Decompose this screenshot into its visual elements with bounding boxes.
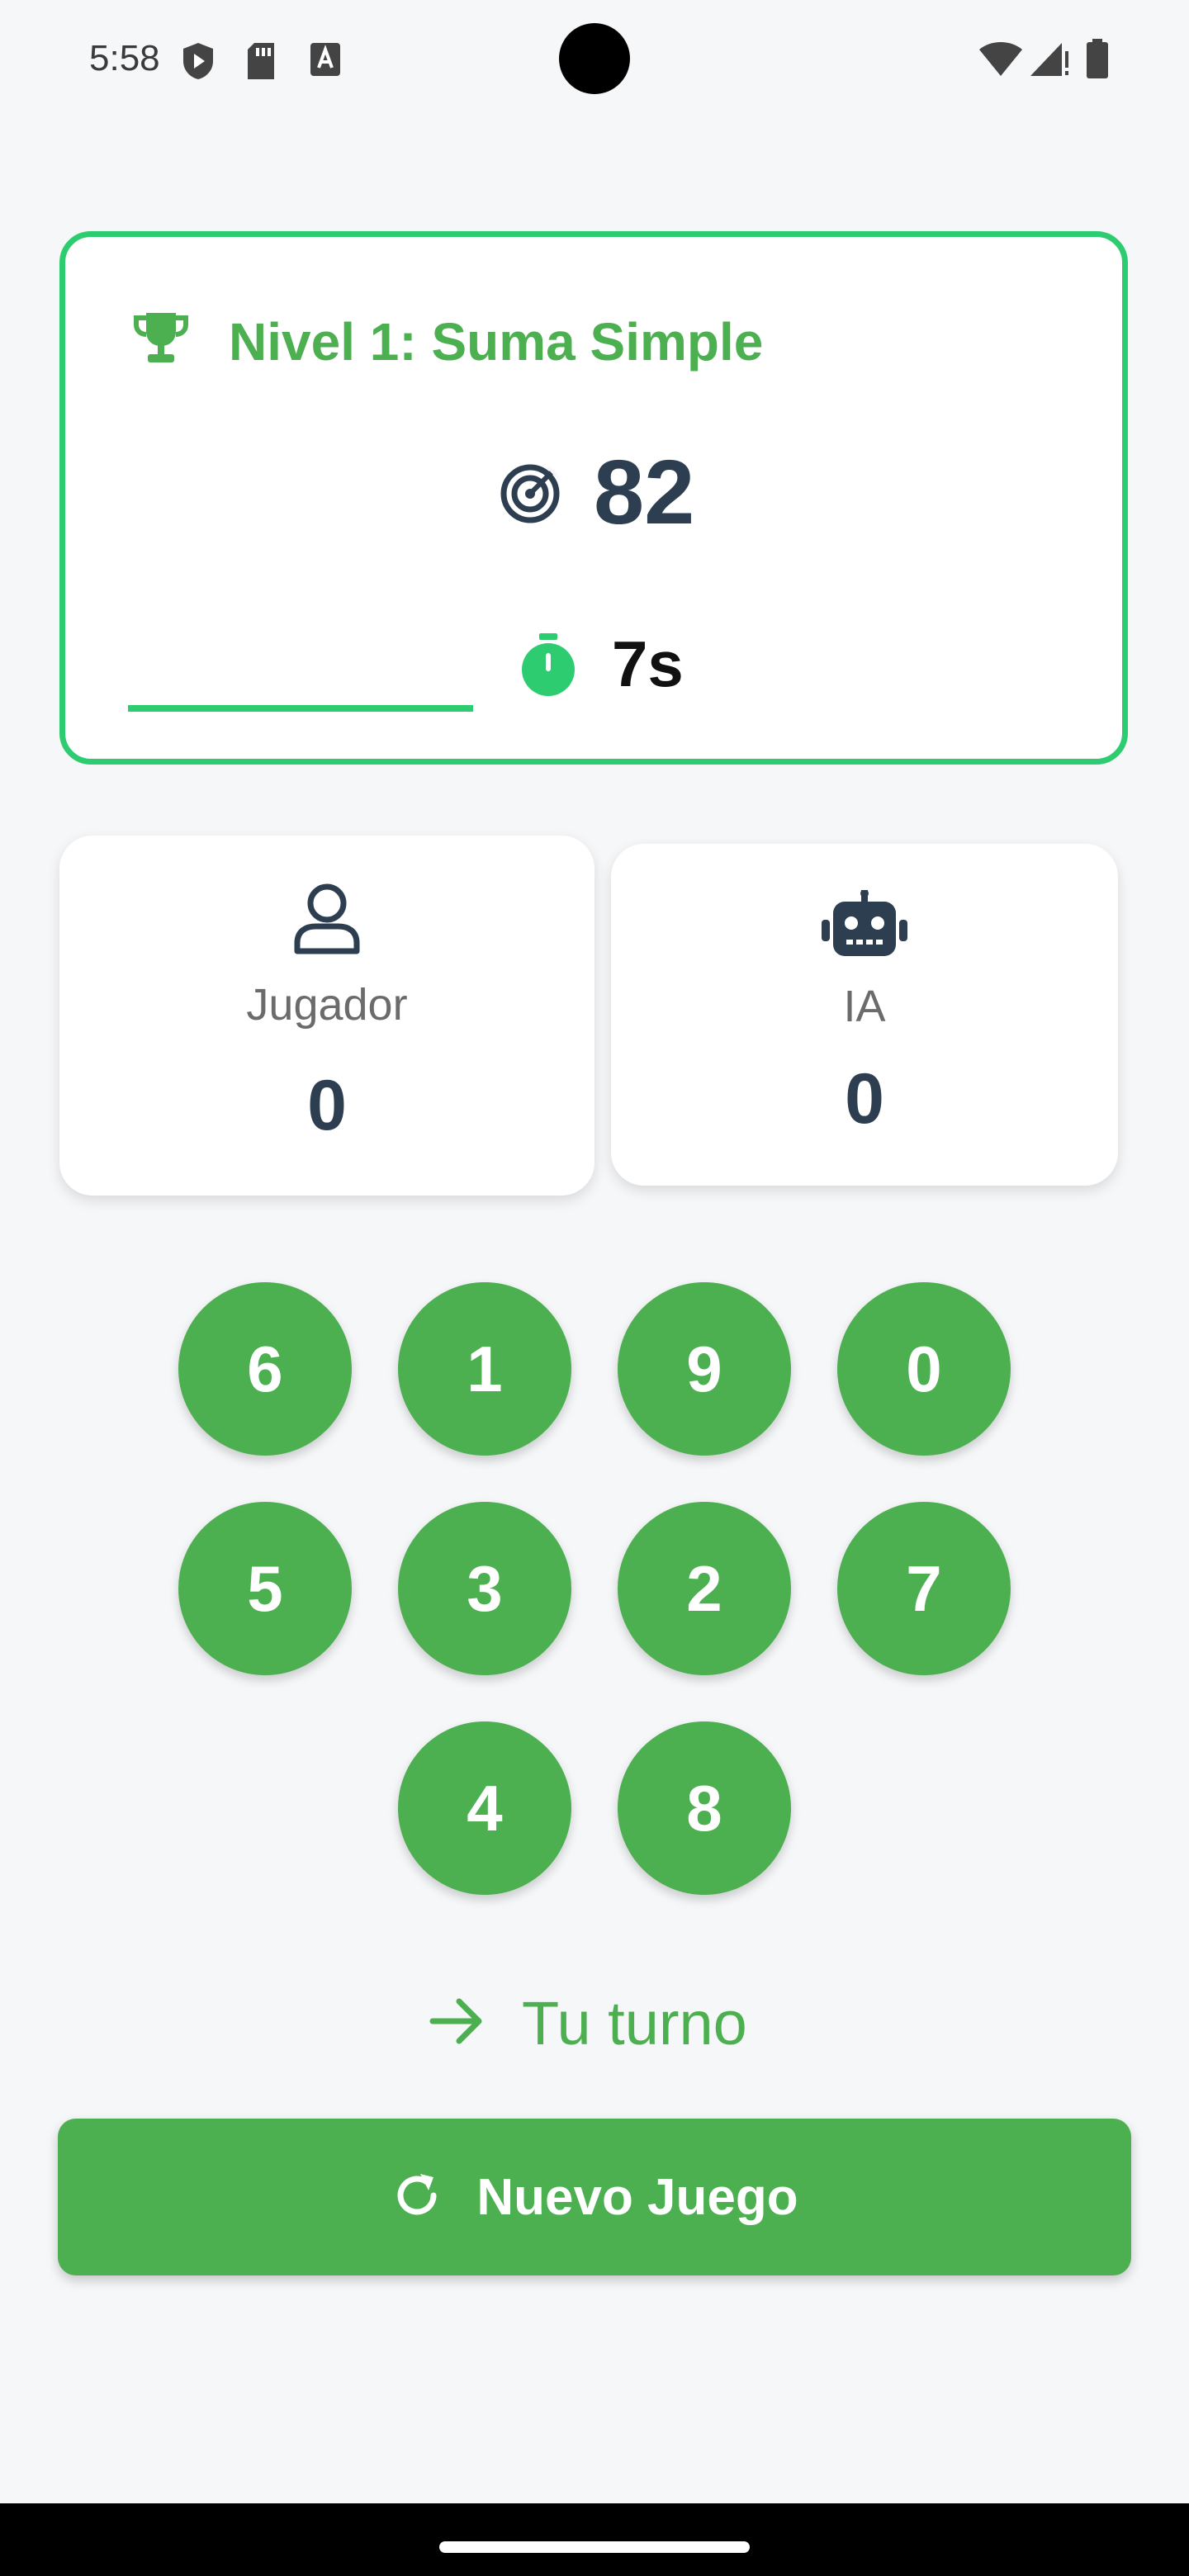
status-bar: 5:58 [0,0,1189,116]
number-button[interactable]: 3 [398,1502,571,1675]
player-score: 0 [307,1066,347,1145]
text-a-icon [309,41,342,82]
number-button[interactable]: 7 [837,1502,1011,1675]
number-button[interactable]: 4 [398,1721,571,1895]
ai-score: 0 [845,1059,884,1139]
level-card: Nivel 1: Suma Simple 82 7s [59,231,1128,765]
navigation-bar [0,2503,1189,2576]
turn-indicator: Tu turno [429,1982,747,2064]
refresh-icon [391,2169,443,2226]
timer-value: 7s [612,627,684,700]
sd-card-icon [244,41,277,85]
turn-label: Tu turno [522,1988,747,2057]
wifi-icon [978,40,1024,82]
robot-icon [820,889,909,962]
new-game-button[interactable]: Nuevo Juego [58,2119,1131,2275]
number-button[interactable]: 6 [178,1282,352,1456]
arrow-right-icon [429,1996,486,2050]
trophy-icon [131,308,191,372]
new-game-label: Nuevo Juego [476,2168,798,2226]
number-button[interactable]: 0 [837,1282,1011,1456]
status-time: 5:58 [89,38,160,78]
shield-play-icon [180,41,216,85]
timer-progress-bar [128,705,473,712]
number-button[interactable]: 8 [618,1721,791,1895]
number-button[interactable]: 9 [618,1282,791,1456]
signal-icon [1029,40,1070,82]
stopwatch-icon [519,632,577,702]
player-score-card: Jugador 0 [59,836,594,1196]
ai-label: IA [843,982,886,1031]
target-icon [499,462,561,529]
number-button[interactable]: 1 [398,1282,571,1456]
number-button[interactable]: 2 [618,1502,791,1675]
player-label: Jugador [246,980,408,1030]
level-title: Nivel 1: Suma Simple [229,312,764,372]
home-gesture-handle[interactable] [439,2541,750,2553]
ai-score-card: IA 0 [611,844,1118,1186]
target-number: 82 [594,442,695,543]
battery-icon [1085,38,1110,83]
number-button[interactable]: 5 [178,1502,352,1675]
user-icon [292,882,362,960]
camera-cutout [559,23,630,94]
